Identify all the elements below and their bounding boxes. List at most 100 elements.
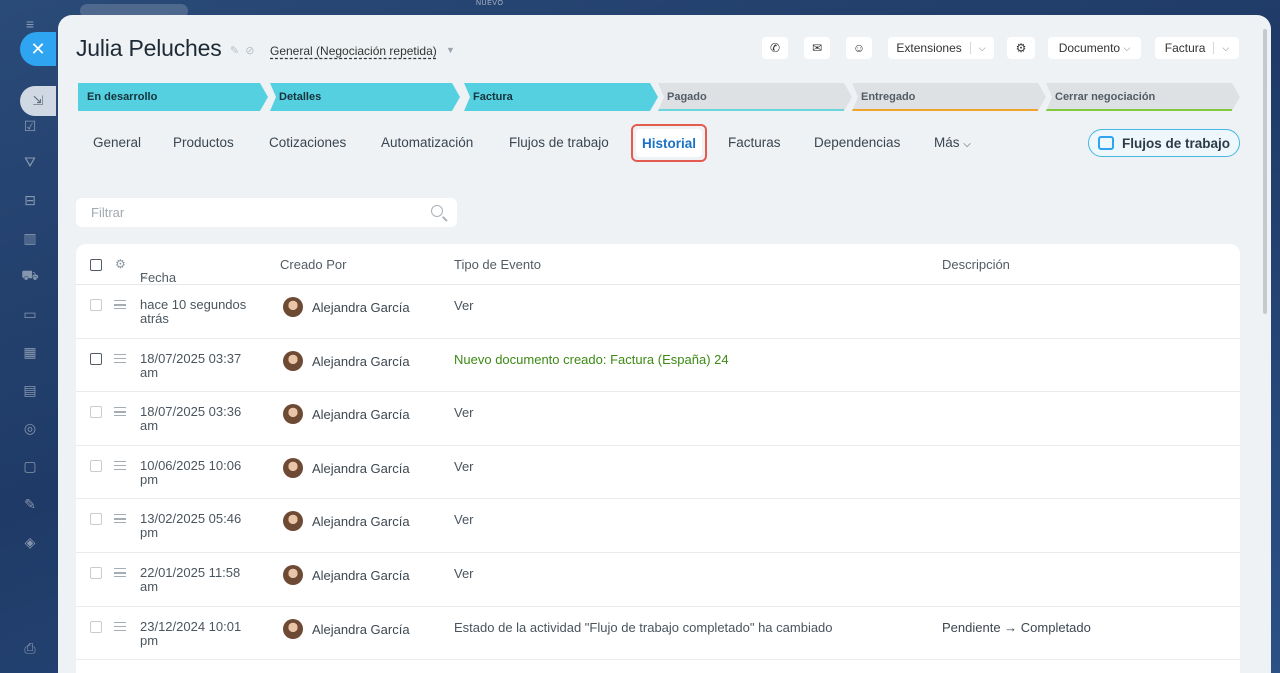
table-row[interactable]: hace 10 segundos atrás Alejandra García … [76, 285, 1240, 339]
chevron-down-icon: ⌵ [963, 139, 971, 150]
avatar [283, 457, 303, 478]
tab-productos[interactable]: Productos [173, 135, 234, 150]
card-icon[interactable]: ▭ [20, 304, 40, 324]
calendar-icon[interactable]: ▦ [20, 342, 40, 362]
email-button[interactable]: ✉ [804, 37, 830, 59]
row-menu-icon[interactable] [114, 353, 126, 363]
table-row[interactable]: 22/01/2025 11:58 am Alejandra García Ver [76, 553, 1240, 607]
new-badge: NUEVO [476, 0, 504, 7]
column-header-event-type[interactable]: Tipo de Evento [454, 257, 541, 272]
tab-facturas[interactable]: Facturas [728, 135, 781, 150]
row-checkbox[interactable] [90, 352, 102, 365]
cart-icon[interactable]: ⛟ [20, 266, 40, 286]
tab-cotizaciones[interactable]: Cotizaciones [269, 135, 346, 150]
row-menu-icon[interactable] [114, 621, 126, 631]
filter-input[interactable] [91, 205, 411, 220]
row-menu-icon[interactable] [114, 460, 126, 470]
chat-button[interactable]: ☺ [846, 37, 872, 59]
row-checkbox[interactable] [90, 513, 102, 526]
row-user[interactable]: Alejandra García [312, 300, 410, 315]
table-row[interactable]: 18/07/2025 03:36 am Alejandra García Ver [76, 392, 1240, 446]
call-button[interactable]: ✆ [762, 37, 788, 59]
row-checkbox[interactable] [90, 620, 102, 633]
tab-mas[interactable]: Más ⌵ [934, 135, 971, 150]
tab-flujos-de-trabajo[interactable]: Flujos de trabajo [509, 135, 609, 150]
row-user[interactable]: Alejandra García [312, 622, 410, 637]
row-event: Ver [454, 405, 474, 421]
tab-historial[interactable]: Historial [636, 129, 702, 157]
row-event: Ver [454, 298, 474, 313]
printer-icon[interactable]: ⎙ [20, 638, 40, 658]
table-row[interactable]: 23/12/2024 10:01 pm Alejandra García Est… [76, 607, 1240, 661]
avatar [283, 350, 303, 371]
search-icon[interactable] [431, 205, 443, 217]
workflows-button[interactable]: Flujos de trabajo [1088, 129, 1240, 157]
row-menu-icon[interactable] [114, 300, 126, 309]
avatar [283, 618, 303, 639]
gear-icon[interactable]: ⚙ [115, 257, 126, 271]
row-date: 18/07/2025 03:36 am [140, 404, 242, 434]
history-grid: ⚙ Fecha ⌵ Creado Por Tipo de Evento Desc… [76, 244, 1240, 673]
target-icon[interactable]: ◎ [20, 418, 40, 438]
stage-factura[interactable]: Factura [464, 83, 658, 111]
close-slider-button[interactable]: ✕ [20, 32, 56, 66]
scrollbar[interactable] [1263, 29, 1267, 314]
row-user[interactable]: Alejandra García [312, 461, 410, 476]
pen-icon[interactable]: ✎ [20, 494, 40, 514]
grid-header: ⚙ Fecha ⌵ Creado Por Tipo de Evento Desc… [76, 244, 1240, 285]
analytics-icon[interactable]: ▥ [20, 228, 40, 248]
tab-automatizacion[interactable]: Automatización [381, 135, 473, 150]
extensions-button[interactable]: Extensiones ⌵ [888, 37, 994, 59]
row-user[interactable]: Alejandra García [312, 568, 410, 583]
row-menu-icon[interactable] [114, 568, 126, 577]
link-icon[interactable]: ⊘ [245, 44, 254, 57]
row-event[interactable]: Nuevo documento creado: Factura (España)… [454, 352, 729, 367]
settings-button[interactable]: ⚙ [1007, 37, 1035, 59]
package-icon[interactable]: ◈ [20, 532, 40, 552]
row-event: Ver [454, 458, 474, 474]
filter-funnel-icon[interactable]: ⛛ [20, 152, 40, 172]
tab-dependencias[interactable]: Dependencias [814, 135, 900, 150]
pipeline-selector[interactable]: General (Negociación repetida) [270, 44, 437, 58]
row-date: hace 10 segundos atrás [140, 297, 247, 326]
row-menu-icon[interactable] [114, 407, 126, 417]
row-user[interactable]: Alejandra García [312, 514, 410, 529]
stage-pagado[interactable]: Pagado [658, 83, 852, 111]
column-header-created-by[interactable]: Creado Por [280, 257, 346, 272]
row-description: Pendiente → Completado [942, 619, 1091, 635]
table-row[interactable]: 13/02/2025 05:46 pm Alejandra García Ver [76, 499, 1240, 553]
tab-general[interactable]: General [93, 135, 141, 150]
deal-slider-panel: Julia Peluches ✎ ⊘ General (Negociación … [58, 15, 1271, 673]
menu-icon[interactable]: ≡ [20, 14, 40, 34]
caret-down-icon[interactable]: ▼ [446, 45, 455, 55]
row-user[interactable]: Alejandra García [312, 407, 410, 422]
stage-en-desarrollo[interactable]: En desarrollo [78, 83, 268, 111]
avatar [283, 565, 303, 585]
archive-icon[interactable]: ▤ [20, 380, 40, 400]
chat-icon: ☺ [852, 41, 866, 55]
chevron-down-icon: ⌵ [1222, 42, 1230, 53]
row-checkbox[interactable] [90, 299, 102, 311]
collapse-icon[interactable]: ⇲ [20, 86, 56, 116]
avatar [283, 511, 303, 532]
row-menu-icon[interactable] [114, 514, 126, 524]
stage-entregado[interactable]: Entregado [852, 83, 1046, 111]
select-all-checkbox[interactable] [90, 259, 102, 271]
row-event: Estado de la actividad "Flujo de trabajo… [454, 619, 833, 635]
table-row[interactable]: 10/06/2025 10:06 pm Alejandra García Ver [76, 446, 1240, 500]
row-user[interactable]: Alejandra García [312, 354, 410, 369]
table-row[interactable]: 18/07/2025 03:37 am Alejandra García Nue… [76, 339, 1240, 393]
tasks-icon[interactable]: ☑ [20, 116, 40, 136]
filter-box [76, 198, 457, 227]
edit-pencil-icon[interactable]: ✎ [230, 44, 239, 57]
invoice-button[interactable]: Factura ⌵ [1155, 37, 1239, 59]
document-button[interactable]: Documento ⌵ [1048, 37, 1141, 59]
stage-cerrar-negociacion[interactable]: Cerrar negociación [1046, 83, 1240, 111]
row-checkbox[interactable] [90, 567, 102, 579]
inbox-icon[interactable]: ⊟ [20, 190, 40, 210]
document-icon[interactable]: ▢ [20, 456, 40, 476]
row-checkbox[interactable] [90, 406, 102, 419]
row-checkbox[interactable] [90, 459, 102, 472]
column-header-description[interactable]: Descripción [942, 257, 1010, 272]
stage-detalles[interactable]: Detalles [270, 83, 460, 111]
